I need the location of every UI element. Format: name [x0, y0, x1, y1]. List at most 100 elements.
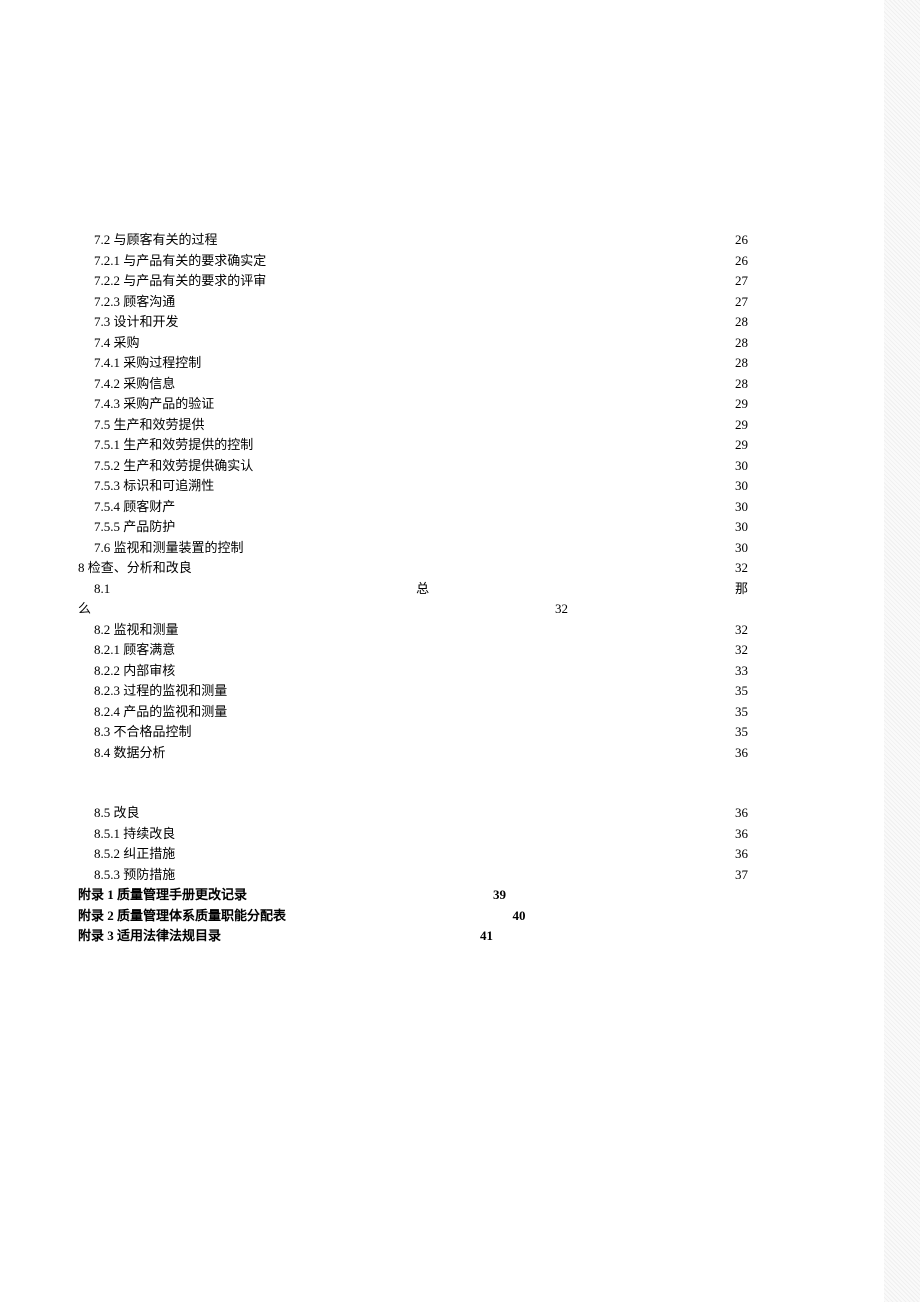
- toc-entry: 8.2.3 过程的监视和测量 35: [78, 681, 748, 701]
- toc-label: 8.2 监视和测量: [94, 620, 179, 640]
- toc-page-number: 30: [735, 456, 748, 476]
- toc-entry: 7.5.3 标识和可追溯性 30: [78, 476, 748, 496]
- toc-entry: 7.4 采购 28: [78, 333, 748, 353]
- toc-label: 8.2.4 产品的监视和测量: [94, 702, 227, 722]
- spacer: [78, 763, 748, 803]
- toc-label: 8.5.1 持续改良: [94, 824, 175, 844]
- toc-label: 7.5.1 生产和效劳提供的控制: [94, 435, 253, 455]
- toc-section-2: 8.2 监视和测量328.2.1 顾客满意328.2.2 内部审核338.2.3…: [78, 620, 748, 763]
- toc-page-number: 36: [735, 844, 748, 864]
- toc-page-number: 28: [735, 333, 748, 353]
- toc-entry: 7.2.3 顾客沟通 27: [78, 292, 748, 312]
- toc-label: 7.5.2 生产和效劳提供确实认: [94, 456, 253, 476]
- toc-label: 8.3 不合格品控制: [94, 722, 192, 742]
- toc-entry: 8.2 监视和测量 32: [78, 620, 748, 640]
- toc-label: 7.4 采购: [94, 333, 140, 353]
- appendix-page-number: 39: [493, 885, 506, 905]
- toc-page-number: 36: [735, 803, 748, 823]
- appendix-page-number: 40: [513, 906, 526, 926]
- toc-page-number: 30: [735, 497, 748, 517]
- appendix-label: 附录 1 质量管理手册更改记录: [78, 885, 247, 905]
- toc-page-number: 33: [735, 661, 748, 681]
- toc-label: 8.2.3 过程的监视和测量: [94, 681, 227, 701]
- toc-label: 7.6 监视和测量装置的控制: [94, 538, 244, 558]
- toc-page-number: 30: [735, 476, 748, 496]
- toc-label: 7.4.1 采购过程控制: [94, 353, 201, 373]
- toc-page-number: 29: [735, 435, 748, 455]
- toc-page-number: 29: [735, 394, 748, 414]
- toc-entry: 7.2.1 与产品有关的要求确实定 26: [78, 251, 748, 271]
- toc-section-1: 7.2 与顾客有关的过程267.2.1 与产品有关的要求确实定267.2.2 与…: [78, 230, 748, 578]
- toc-entry: 8.5.1 持续改良 36: [78, 824, 748, 844]
- toc-page-number: 26: [735, 230, 748, 250]
- toc-page-number: 29: [735, 415, 748, 435]
- toc-label: 7.2 与顾客有关的过程: [94, 230, 218, 250]
- toc-entry: 8.5 改良36: [78, 803, 748, 823]
- toc-entry: 7.4.1 采购过程控制 28: [78, 353, 748, 373]
- toc-page-number: 35: [735, 681, 748, 701]
- toc-page-number: 27: [735, 292, 748, 312]
- toc-entry: 8.5.2 纠正措施 36: [78, 844, 748, 864]
- toc-entry: 8.4 数据分析 36: [78, 743, 748, 763]
- toc-81-right: 那: [735, 579, 748, 599]
- appendix-page-number: 41: [480, 926, 493, 946]
- toc-page-number: 30: [735, 517, 748, 537]
- toc-label: 8 检查、分析和改良: [78, 558, 192, 578]
- toc-label: 7.5.3 标识和可追溯性: [94, 476, 214, 496]
- toc-label: 7.2.3 顾客沟通: [94, 292, 175, 312]
- toc-page: 7.2 与顾客有关的过程267.2.1 与产品有关的要求确实定267.2.2 与…: [78, 230, 748, 947]
- toc-page-number: 32: [735, 620, 748, 640]
- toc-label: 7.4.3 采购产品的验证: [94, 394, 214, 414]
- toc-entry: 7.5.2 生产和效劳提供确实认 30: [78, 456, 748, 476]
- toc-page-number: 28: [735, 374, 748, 394]
- toc-label: 8.5.3 预防措施: [94, 865, 175, 885]
- toc-section-3: 8.5 改良368.5.1 持续改良 36 8.5.2 纠正措施 36 8.5.3 预防…: [78, 803, 748, 884]
- toc-page-number: 37: [735, 865, 748, 885]
- toc-entry: 7.5.5 产品防护 30: [78, 517, 748, 537]
- appendix-entry: 附录 3 适用法律法规目录 41: [78, 926, 748, 946]
- toc-page-number: 36: [735, 743, 748, 763]
- toc-page-number: 28: [735, 353, 748, 373]
- toc-label: 7.2.2 与产品有关的要求的评审: [94, 271, 266, 291]
- toc-entry: 7.2.2 与产品有关的要求的评审 27: [78, 271, 748, 291]
- toc-page-number: 32: [735, 558, 748, 578]
- toc-entry: 7.5.4 顾客财产 30: [78, 497, 748, 517]
- toc-page-number: 27: [735, 271, 748, 291]
- appendix-label: 附录 3 适用法律法规目录: [78, 926, 221, 946]
- toc-entry: 8 检查、分析和改良 32: [78, 558, 748, 578]
- toc-81-cont-left: 么: [78, 599, 91, 619]
- toc-entry: 7.5 生产和效劳提供 29: [78, 415, 748, 435]
- toc-page-number: 30: [735, 538, 748, 558]
- toc-entry: 7.6 监视和测量装置的控制 30: [78, 538, 748, 558]
- toc-page-number: 35: [735, 702, 748, 722]
- toc-entry-8.1-line1: 8.1 总 那: [78, 579, 748, 599]
- toc-entry-8.1-line2: 么 32: [78, 599, 748, 619]
- appendix-entry: 附录 2 质量管理体系质量职能分配表 40: [78, 906, 748, 926]
- toc-page-number: 26: [735, 251, 748, 271]
- toc-label: 7.5.5 产品防护: [94, 517, 175, 537]
- toc-page-number: 28: [735, 312, 748, 332]
- toc-label: 8.4 数据分析: [94, 743, 166, 763]
- appendix-label: 附录 2 质量管理体系质量职能分配表: [78, 906, 286, 926]
- toc-entry: 7.4.2 采购信息 28: [78, 374, 748, 394]
- toc-label: 7.2.1 与产品有关的要求确实定: [94, 251, 266, 271]
- toc-label: 8.2.2 内部审核: [94, 661, 175, 681]
- toc-label: 7.5 生产和效劳提供: [94, 415, 205, 435]
- toc-label: 7.3 设计和开发: [94, 312, 179, 332]
- toc-81-mid: 总: [416, 579, 429, 599]
- toc-label: 8.5.2 纠正措施: [94, 844, 175, 864]
- toc-label: 8.2.1 顾客满意: [94, 640, 175, 660]
- toc-entry: 8.3 不合格品控制35: [78, 722, 748, 742]
- toc-entry: 7.4.3 采购产品的验证 29: [78, 394, 748, 414]
- toc-label: 7.4.2 采购信息: [94, 374, 175, 394]
- toc-entry: 7.3 设计和开发 28: [78, 312, 748, 332]
- toc-81-cont-page: 32: [555, 599, 568, 619]
- appendix-section: 附录 1 质量管理手册更改记录39附录 2 质量管理体系质量职能分配表40附录 …: [78, 885, 748, 946]
- toc-page-number: 36: [735, 824, 748, 844]
- toc-entry: 7.2 与顾客有关的过程 26: [78, 230, 748, 250]
- scroll-track-decoration: [884, 0, 920, 1302]
- toc-81-num: 8.1: [94, 579, 110, 599]
- toc-label: 7.5.4 顾客财产: [94, 497, 175, 517]
- toc-page-number: 32: [735, 640, 748, 660]
- toc-entry: 8.2.2 内部审核 33: [78, 661, 748, 681]
